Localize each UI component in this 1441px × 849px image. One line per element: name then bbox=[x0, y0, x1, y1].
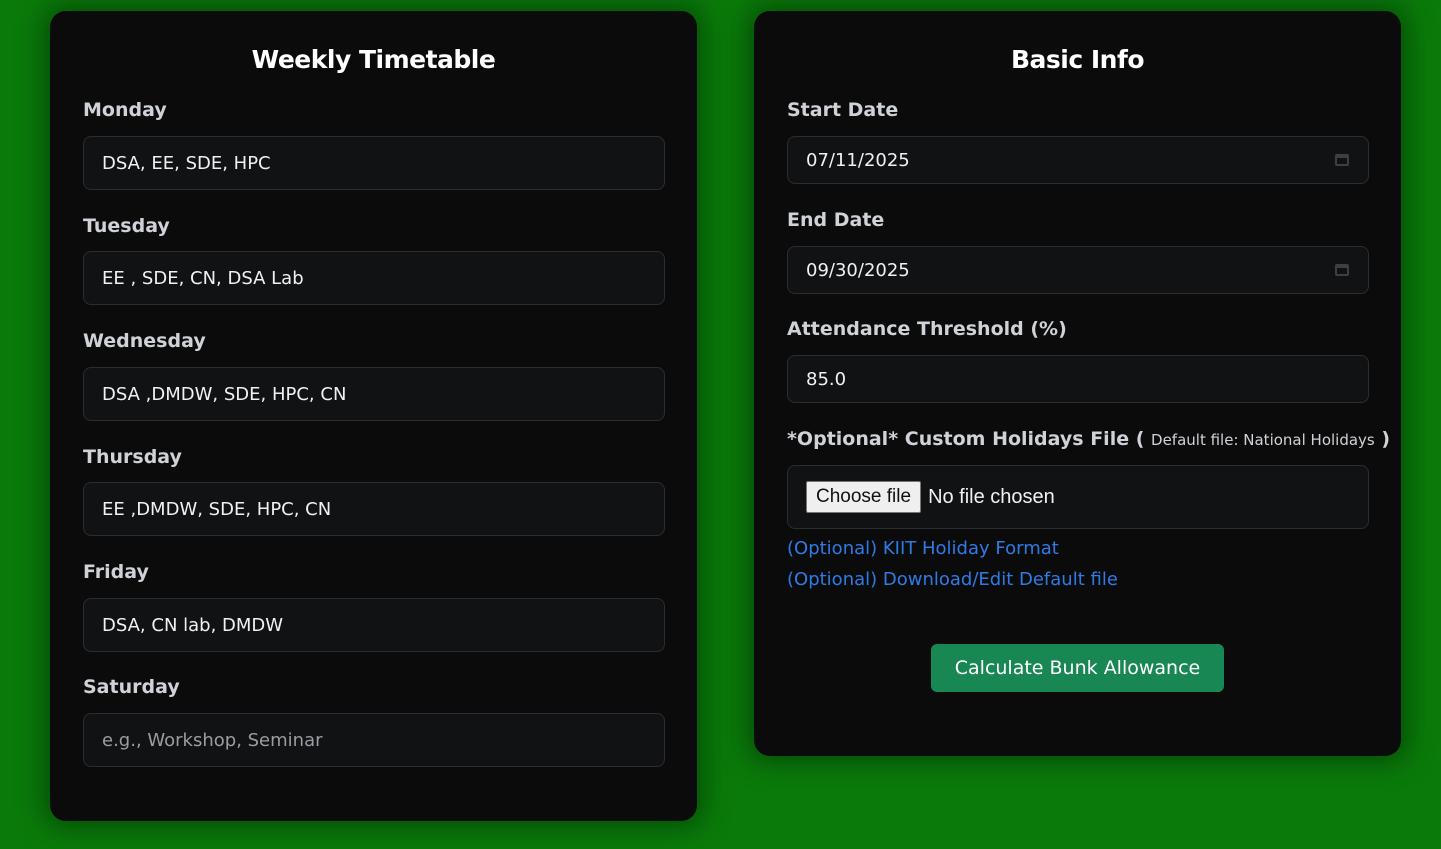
holidays-label-text: *Optional* Custom Holidays File ( bbox=[787, 428, 1145, 450]
tuesday-input[interactable]: EE , SDE, CN, DSA Lab bbox=[83, 251, 665, 305]
timetable-title: Weekly Timetable bbox=[251, 45, 496, 74]
end-date-label: End Date bbox=[787, 209, 885, 231]
kiit-holiday-format-link[interactable]: (Optional) KIIT Holiday Format bbox=[787, 538, 1059, 559]
tuesday-input-value: EE , SDE, CN, DSA Lab bbox=[102, 267, 304, 289]
holidays-default-note: Default file: National Holidays bbox=[1151, 431, 1375, 449]
calculate-bunk-allowance-button[interactable]: Calculate Bunk Allowance bbox=[931, 644, 1224, 692]
friday-input[interactable]: DSA, CN lab, DMDW bbox=[83, 598, 665, 652]
choose-file-button[interactable]: Choose file bbox=[806, 481, 922, 513]
download-default-file-link[interactable]: (Optional) Download/Edit Default file bbox=[787, 569, 1118, 590]
holidays-file-input[interactable]: Choose file No file chosen bbox=[787, 465, 1369, 529]
saturday-input-placeholder: e.g., Workshop, Seminar bbox=[102, 729, 323, 751]
saturday-label: Saturday bbox=[83, 676, 180, 698]
wednesday-input[interactable]: DSA ,DMDW, SDE, HPC, CN bbox=[83, 367, 665, 421]
holidays-label-close: ) bbox=[1381, 428, 1391, 450]
end-date-input[interactable]: 09/30/2025 bbox=[787, 246, 1369, 294]
calendar-icon[interactable] bbox=[1334, 262, 1352, 278]
file-status: No file chosen bbox=[928, 485, 1055, 508]
thursday-input-value: EE ,DMDW, SDE, HPC, CN bbox=[102, 498, 332, 520]
calendar-icon[interactable] bbox=[1334, 152, 1352, 168]
threshold-input[interactable]: 85.0 bbox=[787, 355, 1369, 403]
thursday-label: Thursday bbox=[83, 446, 182, 468]
basic-info-title: Basic Info bbox=[1010, 45, 1145, 74]
threshold-label: Attendance Threshold (%) bbox=[787, 318, 1067, 340]
tuesday-label: Tuesday bbox=[83, 215, 170, 237]
start-date-value: 07/11/2025 bbox=[806, 149, 910, 171]
start-date-label: Start Date bbox=[787, 99, 899, 121]
threshold-value: 85.0 bbox=[806, 368, 847, 390]
monday-label: Monday bbox=[83, 99, 167, 121]
thursday-input[interactable]: EE ,DMDW, SDE, HPC, CN bbox=[83, 482, 665, 536]
monday-input[interactable]: DSA, EE, SDE, HPC bbox=[83, 136, 665, 190]
saturday-input[interactable]: e.g., Workshop, Seminar bbox=[83, 713, 665, 767]
friday-label: Friday bbox=[83, 561, 149, 583]
friday-input-value: DSA, CN lab, DMDW bbox=[102, 614, 284, 636]
monday-input-value: DSA, EE, SDE, HPC bbox=[102, 152, 271, 174]
wednesday-label: Wednesday bbox=[83, 330, 206, 352]
basic-info-panel: Basic Info Start Date 07/11/2025 End Dat… bbox=[754, 11, 1401, 756]
wednesday-input-value: DSA ,DMDW, SDE, HPC, CN bbox=[102, 383, 347, 405]
end-date-value: 09/30/2025 bbox=[806, 259, 910, 281]
start-date-input[interactable]: 07/11/2025 bbox=[787, 136, 1369, 184]
holidays-label: *Optional* Custom Holidays File ( Defaul… bbox=[787, 428, 1390, 450]
weekly-timetable-panel: Weekly Timetable Monday DSA, EE, SDE, HP… bbox=[50, 11, 697, 821]
